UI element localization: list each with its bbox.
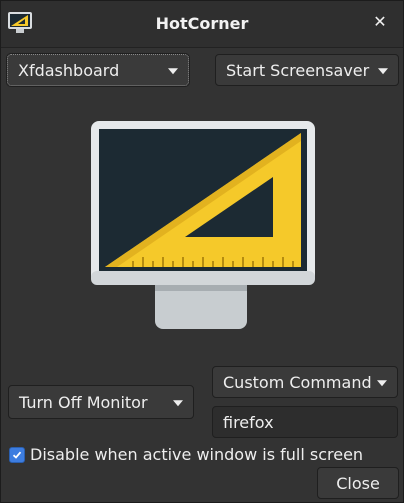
close-icon[interactable]: ✕	[371, 13, 389, 31]
checkmark-icon	[12, 451, 22, 459]
fullscreen-checkbox[interactable]	[9, 446, 25, 463]
custom-command-input[interactable]: firefox	[212, 406, 398, 438]
fullscreen-option: Disable when active window is full scree…	[9, 445, 363, 464]
custom-command-value: firefox	[223, 412, 274, 432]
bottom-left-action-dropdown[interactable]: Turn Off Monitor	[8, 385, 194, 419]
bottom-left-action-value: Turn Off Monitor	[19, 392, 148, 412]
hotcorner-window: HotCorner ✕ Xfdashboard Start Screensave…	[0, 0, 404, 503]
bottom-right-action-dropdown[interactable]: Custom Command	[212, 366, 398, 398]
bottom-right-action-value: Custom Command	[223, 372, 372, 392]
top-left-action-value: Xfdashboard	[18, 60, 120, 80]
chevron-down-icon	[377, 380, 387, 387]
close-button[interactable]: Close	[317, 467, 399, 499]
top-right-action-value: Start Screensaver	[226, 60, 370, 80]
top-left-action-dropdown[interactable]: Xfdashboard	[6, 53, 190, 87]
top-right-action-dropdown[interactable]: Start Screensaver	[215, 54, 399, 86]
chevron-down-icon	[168, 68, 178, 75]
fullscreen-checkbox-label[interactable]: Disable when active window is full scree…	[30, 445, 363, 464]
chevron-down-icon	[378, 68, 388, 75]
chevron-down-icon	[173, 400, 183, 407]
monitor-with-set-square-icon	[91, 121, 315, 329]
window-title: HotCorner	[155, 14, 249, 33]
title-bar[interactable]: HotCorner ✕	[1, 1, 403, 48]
